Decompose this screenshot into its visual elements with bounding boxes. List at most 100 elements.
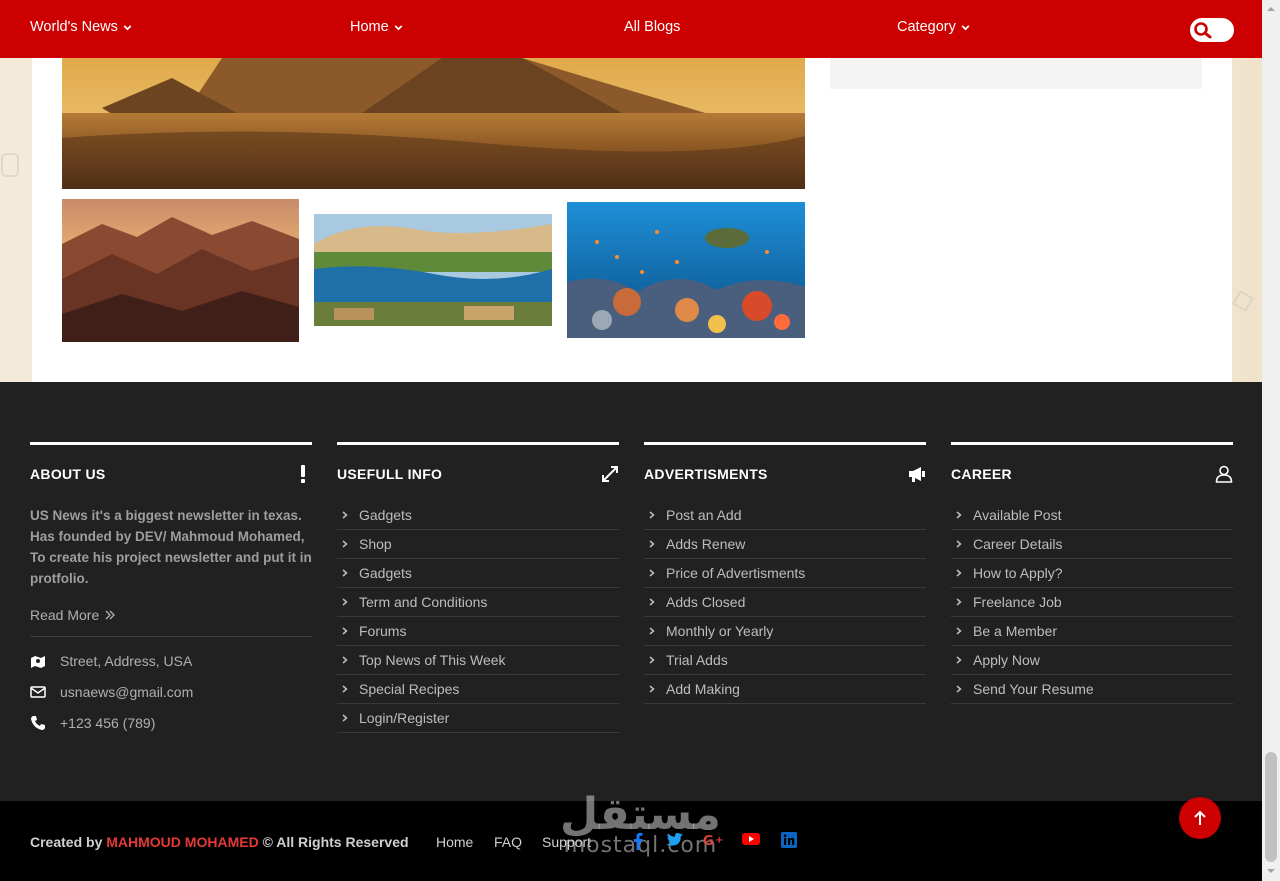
bottom-bar: مستقل mostaql.com Created by MAHMOUD MOH… bbox=[0, 789, 1262, 881]
search-toggle[interactable] bbox=[1190, 18, 1234, 42]
phone-text: +123 456 (789) bbox=[60, 715, 156, 731]
footer-link[interactable]: Apply Now bbox=[951, 646, 1233, 675]
divider bbox=[30, 636, 312, 637]
footer-link[interactable]: Shop bbox=[337, 530, 619, 559]
footer-career-column: CAREER Available Post Career Details How t… bbox=[951, 442, 1233, 704]
column-header: ADVERTISMENTS bbox=[644, 442, 926, 486]
contact-email[interactable]: usnaews@gmail.com bbox=[30, 684, 312, 700]
read-more-link[interactable]: Read More bbox=[30, 607, 312, 623]
chevron-right-icon bbox=[342, 627, 348, 635]
chevron-right-icon bbox=[956, 656, 962, 664]
footer-link[interactable]: Price of Advertisments bbox=[644, 559, 926, 588]
footer-link-label: Shop bbox=[359, 536, 392, 552]
chevron-down-icon bbox=[394, 24, 403, 30]
chevron-right-icon bbox=[649, 627, 655, 635]
about-text: US News it's a biggest newsletter in tex… bbox=[30, 508, 312, 586]
footer-link-label: Adds Renew bbox=[666, 536, 746, 552]
footer-link[interactable]: Adds Renew bbox=[644, 530, 926, 559]
nav-item-worlds-news[interactable]: World's News bbox=[30, 19, 133, 35]
footer-link-label: Gadgets bbox=[359, 565, 412, 581]
footer-link[interactable]: Freelance Job bbox=[951, 588, 1233, 617]
mountains-image[interactable] bbox=[62, 199, 299, 342]
facebook-icon[interactable] bbox=[633, 832, 643, 850]
created-by-label: Created by bbox=[30, 834, 103, 850]
content-card bbox=[32, 58, 1232, 382]
column-title: ADVERTISMENTS bbox=[644, 466, 768, 482]
footer-link[interactable]: Available Post bbox=[951, 501, 1233, 530]
megaphone-icon bbox=[909, 467, 925, 482]
pyramids-image[interactable] bbox=[62, 58, 805, 189]
contact-phone[interactable]: +123 456 (789) bbox=[30, 715, 312, 731]
footer-link-label: Available Post bbox=[973, 507, 1062, 523]
footer-link[interactable]: Adds Closed bbox=[644, 588, 926, 617]
bottom-link-home[interactable]: Home bbox=[436, 834, 473, 850]
contact-address: Street, Address, USA bbox=[30, 653, 312, 669]
footer-link[interactable]: Gadgets bbox=[337, 559, 619, 588]
author-link[interactable]: MAHMOUD MOHAMED bbox=[106, 834, 258, 850]
chevron-right-icon bbox=[956, 685, 962, 693]
rights-label: © All Rights Reserved bbox=[262, 834, 409, 850]
footer-link[interactable]: Post an Add bbox=[644, 501, 926, 530]
footer-link[interactable]: Send Your Resume bbox=[951, 675, 1233, 704]
column-title: ABOUT US bbox=[30, 466, 106, 482]
chevron-right-icon bbox=[649, 511, 655, 519]
bottom-link-faq[interactable]: FAQ bbox=[494, 834, 522, 850]
footer-link[interactable]: Top News of This Week bbox=[337, 646, 619, 675]
footer-link[interactable]: Monthly or Yearly bbox=[644, 617, 926, 646]
coral-reef-image[interactable] bbox=[567, 202, 805, 338]
nav-item-all-blogs[interactable]: All Blogs bbox=[624, 19, 680, 35]
footer-link-label: Adds Closed bbox=[666, 594, 746, 610]
footer-link[interactable]: Forums bbox=[337, 617, 619, 646]
chevron-right-icon bbox=[342, 656, 348, 664]
nav-item-category[interactable]: Category bbox=[897, 19, 971, 35]
useful-info-links: Gadgets Shop Gadgets Term and Conditions For… bbox=[337, 501, 619, 733]
footer-link[interactable]: Special Recipes bbox=[337, 675, 619, 704]
nile-river-image[interactable] bbox=[314, 214, 552, 326]
footer-link-label: Top News of This Week bbox=[359, 652, 506, 668]
footer-link-label: Monthly or Yearly bbox=[666, 623, 774, 639]
footer-link[interactable]: Login/Register bbox=[337, 704, 619, 733]
column-header: CAREER bbox=[951, 442, 1233, 486]
column-header: ABOUT US bbox=[30, 442, 312, 486]
footer-link[interactable]: Term and Conditions bbox=[337, 588, 619, 617]
svg-text:+: + bbox=[715, 835, 723, 846]
map-marker-icon bbox=[31, 656, 45, 668]
chevron-right-icon bbox=[956, 569, 962, 577]
footer-about-column: ABOUT US US News it's a biggest newslett… bbox=[30, 442, 312, 731]
chevron-down-icon bbox=[123, 24, 132, 30]
pyramids-illustration bbox=[62, 58, 805, 189]
double-chevron-right-icon bbox=[105, 610, 116, 620]
career-links: Available Post Career Details How to Apply… bbox=[951, 501, 1233, 704]
footer-link[interactable]: Trial Adds bbox=[644, 646, 926, 675]
footer-link-label: Special Recipes bbox=[359, 681, 460, 697]
twitter-icon[interactable] bbox=[666, 832, 684, 848]
chevron-right-icon bbox=[649, 656, 655, 664]
nav-item-label: World's News bbox=[30, 19, 118, 35]
advertisments-links: Post an Add Adds Renew Price of Advertisme… bbox=[644, 501, 926, 704]
scroll-down-icon[interactable] bbox=[1266, 866, 1276, 876]
chevron-right-icon bbox=[956, 511, 962, 519]
footer-link[interactable]: Career Details bbox=[951, 530, 1233, 559]
email-text: usnaews@gmail.com bbox=[60, 684, 194, 700]
footer-link-label: Be a Member bbox=[973, 623, 1058, 639]
sidebar-widget bbox=[830, 58, 1202, 89]
chevron-right-icon bbox=[956, 540, 962, 548]
footer-link[interactable]: Gadgets bbox=[337, 501, 619, 530]
footer-link-label: Price of Advertisments bbox=[666, 565, 806, 581]
scrollbar-thumb[interactable] bbox=[1265, 752, 1277, 862]
bottom-link-support[interactable]: Support bbox=[542, 834, 591, 850]
search-icon bbox=[1194, 22, 1212, 39]
linkedin-icon[interactable] bbox=[781, 832, 797, 848]
page-scrollbar[interactable] bbox=[1262, 0, 1280, 881]
footer-link-label: Term and Conditions bbox=[359, 594, 488, 610]
scroll-up-icon[interactable] bbox=[1266, 4, 1276, 14]
google-plus-icon[interactable]: G + bbox=[703, 832, 723, 848]
footer-link[interactable]: How to Apply? bbox=[951, 559, 1233, 588]
address-text: Street, Address, USA bbox=[60, 653, 193, 669]
back-to-top-button[interactable] bbox=[1179, 797, 1221, 839]
nav-item-home[interactable]: Home bbox=[350, 19, 404, 35]
footer-link[interactable]: Add Making bbox=[644, 675, 926, 704]
footer-link[interactable]: Be a Member bbox=[951, 617, 1233, 646]
envelope-icon bbox=[30, 686, 46, 698]
youtube-icon[interactable] bbox=[742, 832, 760, 846]
